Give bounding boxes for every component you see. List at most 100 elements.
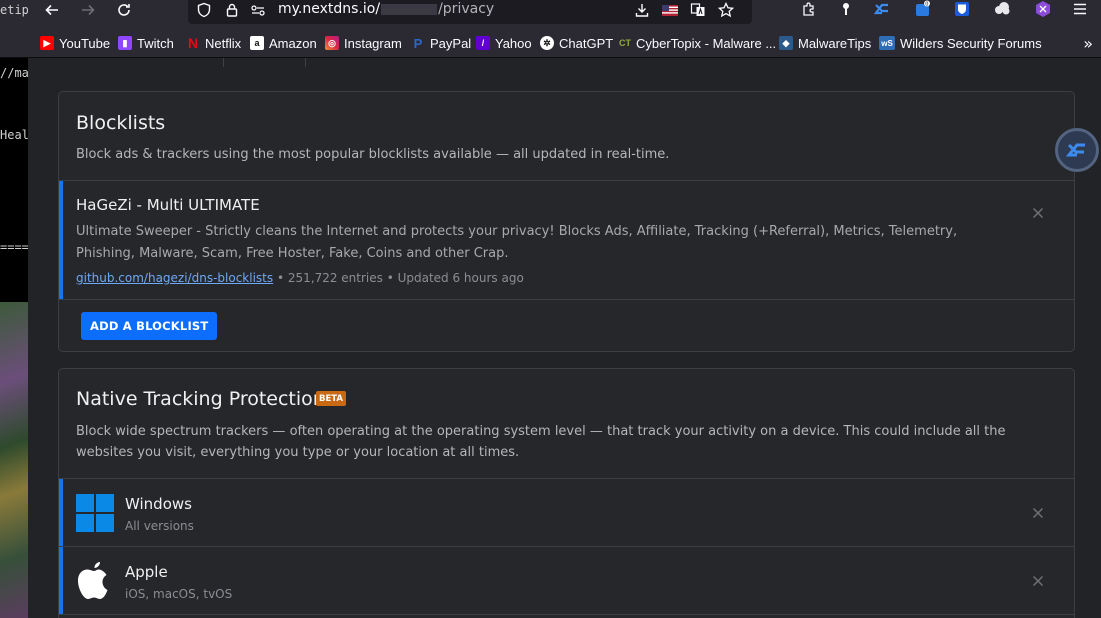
bookmark-twitch[interactable]: ▮ Twitch — [118, 34, 174, 52]
netflix-icon: N — [187, 35, 199, 51]
reload-icon — [118, 4, 130, 16]
extensions-icon[interactable] — [799, 0, 819, 18]
code-line-top: etip — [0, 3, 28, 17]
instagram-icon: ◎ — [325, 36, 339, 50]
bookmark-amazon[interactable]: a Amazon — [250, 34, 317, 52]
tracker-item-apple: Apple iOS, macOS, tvOS — [59, 547, 1074, 614]
remove-windows-button[interactable] — [1030, 505, 1046, 521]
url-path: /privacy — [438, 1, 495, 17]
permissions-icon[interactable] — [250, 2, 266, 18]
bookmark-netflix[interactable]: N Netflix — [186, 34, 241, 52]
bookmark-label: ChatGPT — [559, 35, 614, 51]
twitch-icon: ▮ — [118, 36, 132, 50]
divider — [59, 299, 1074, 300]
shield-icon[interactable] — [196, 2, 212, 18]
blocklist-description: Ultimate Sweeper - Strictly cleans the I… — [76, 224, 958, 261]
malwaretips-icon: ◆ — [779, 36, 793, 50]
url-text[interactable]: my.nextdns.io/ /privacy — [278, 1, 494, 17]
close-icon — [1032, 575, 1044, 587]
floating-assistant-button[interactable] — [1055, 128, 1099, 172]
forward-button[interactable] — [72, 0, 104, 20]
url-host: my.nextdns.io/ — [278, 1, 381, 17]
beta-badge: BETA — [316, 391, 347, 406]
background-image — [0, 302, 28, 618]
yahoo-icon: / — [476, 36, 490, 50]
remove-blocklist-button[interactable] — [1030, 205, 1046, 221]
hex-extension-icon[interactable] — [1033, 0, 1053, 18]
tracker-name: Windows — [125, 495, 192, 513]
close-icon — [1032, 507, 1044, 519]
chatgpt-icon: ✲ — [540, 36, 554, 50]
browser-toolbar: my.nextdns.io/ /privacy 0 — [0, 0, 1101, 28]
bookmark-label: Amazon — [269, 35, 317, 51]
native-tracking-title: Native Tracking Protection — [76, 388, 325, 410]
svg-text:0: 0 — [925, 2, 928, 8]
paypal-icon: P — [413, 35, 423, 51]
bookmark-label: Twitch — [137, 35, 174, 51]
native-tracking-card: Native Tracking Protection BETA Block wi… — [58, 368, 1075, 618]
arrow-left-icon — [45, 4, 58, 16]
menu-button[interactable] — [1070, 0, 1090, 18]
blocklist-source-link[interactable]: github.com/hagezi/dns-blocklists — [76, 271, 273, 285]
add-blocklist-button[interactable]: ADD A BLOCKLIST — [81, 312, 218, 340]
bookmark-label: Instagram — [344, 35, 402, 51]
bitwarden-icon[interactable] — [952, 0, 972, 18]
bookmark-label: PayPal — [430, 35, 472, 51]
blocklist-item: HaGeZi - Multi ULTIMATE Ultimate Sweeper… — [59, 181, 1074, 299]
bookmark-label: YouTube — [59, 35, 111, 51]
active-tab-indicator — [223, 58, 306, 67]
tracker-name: Apple — [125, 563, 168, 581]
bookmark-label: Yahoo — [495, 35, 532, 51]
bookmark-label: Netflix — [205, 35, 242, 51]
wilders-icon: wS — [879, 36, 895, 50]
bookmark-youtube[interactable]: ▶ YouTube — [40, 34, 110, 52]
bookmark-malwaretips[interactable]: ◆ MalwareTips — [779, 34, 871, 52]
bookmark-paypal[interactable]: P PayPal — [411, 34, 472, 52]
lock-icon[interactable] — [224, 2, 240, 18]
nextdns-privacy-page: Blocklists Block ads & trackers using th… — [28, 58, 1101, 618]
nextdns-extension-icon[interactable] — [872, 0, 892, 18]
bookmark-yahoo[interactable]: / Yahoo — [476, 34, 532, 52]
tracker-subtitle: iOS, macOS, tvOS — [125, 587, 233, 601]
bookmarks-overflow-button[interactable]: » — [1083, 34, 1093, 53]
us-flag-icon[interactable] — [662, 2, 678, 18]
item-accent-bar — [59, 181, 63, 299]
key-extension-icon[interactable] — [835, 0, 855, 18]
bookmark-label: CyberTopix - Malware ... — [636, 35, 777, 51]
item-accent-bar — [59, 547, 63, 614]
nextdns-logo-icon — [1065, 143, 1085, 157]
bookmark-instagram[interactable]: ◎ Instagram — [325, 34, 402, 52]
remove-apple-button[interactable] — [1030, 573, 1046, 589]
counter-extension-icon[interactable]: 0 — [913, 0, 933, 18]
divider — [59, 614, 1074, 615]
back-button[interactable] — [36, 0, 68, 20]
url-redacted — [381, 3, 438, 15]
code-line: Heal — [0, 128, 28, 142]
code-line: //ma — [0, 66, 28, 80]
translate-icon[interactable] — [690, 2, 706, 18]
blocklists-card: Blocklists Block ads & trackers using th… — [58, 91, 1075, 352]
url-bar[interactable]: my.nextdns.io/ /privacy — [188, 0, 752, 24]
bookmark-label: MalwareTips — [798, 35, 872, 51]
bookmark-wilders[interactable]: wS Wilders Security Forums — [879, 34, 1042, 52]
blocklists-description: Block ads & trackers using the most popu… — [76, 147, 670, 162]
bookmark-cybertopix[interactable]: CT CyberTopix - Malware ... — [619, 34, 776, 52]
bookmark-label: Wilders Security Forums — [900, 35, 1042, 51]
blocklist-stats: • 251,722 entries • Updated 6 hours ago — [273, 271, 524, 285]
reload-button[interactable] — [108, 0, 140, 20]
download-icon[interactable] — [634, 2, 650, 18]
cloud-extension-icon[interactable] — [992, 0, 1012, 18]
bookmarks-bar: ▶ YouTube ▮ Twitch N Netflix a Amazon ◎ Insta… — [0, 28, 1101, 58]
hamburger-icon — [1074, 3, 1086, 15]
star-icon[interactable] — [718, 2, 734, 18]
close-icon — [1032, 207, 1044, 219]
cybertopix-icon: CT — [619, 38, 631, 48]
bookmark-chatgpt[interactable]: ✲ ChatGPT — [540, 34, 613, 52]
blocklist-meta: github.com/hagezi/dns-blocklists • 251,7… — [76, 271, 524, 285]
tracker-subtitle: All versions — [125, 519, 194, 533]
background-window: etip //ma Heal ==== — [0, 58, 28, 618]
blocklist-name: HaGeZi - Multi ULTIMATE — [76, 196, 260, 214]
item-accent-bar — [59, 479, 63, 546]
blocklists-title: Blocklists — [76, 112, 166, 134]
youtube-icon: ▶ — [40, 36, 54, 50]
